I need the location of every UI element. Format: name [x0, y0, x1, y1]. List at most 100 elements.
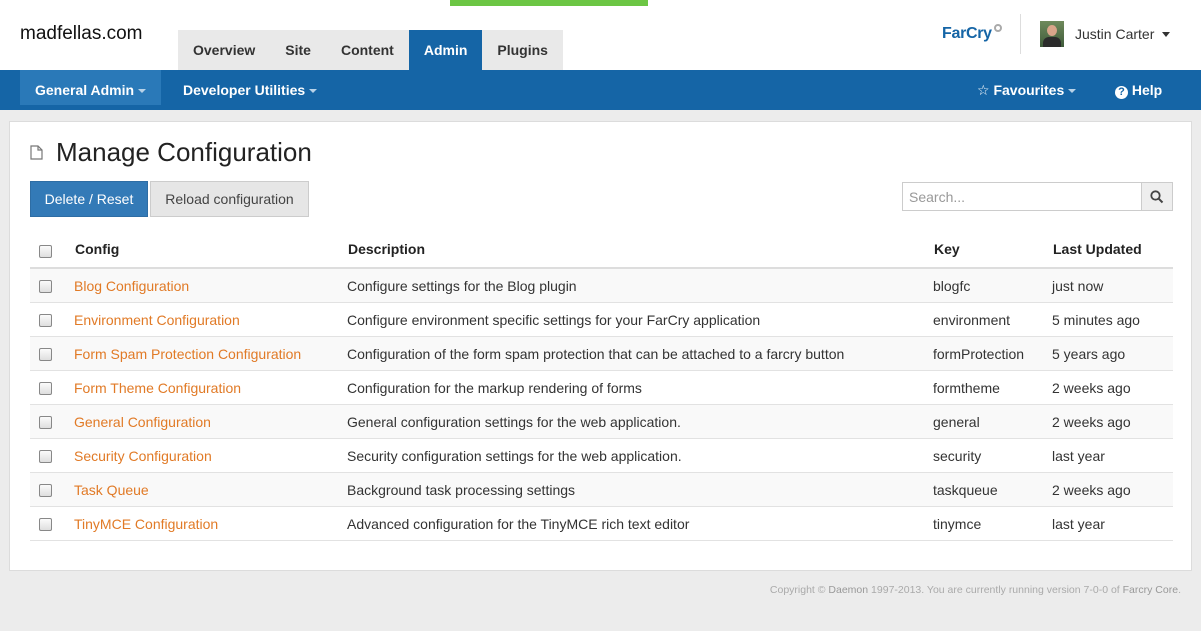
- table-row: Environment Configuration Configure envir…: [30, 303, 1173, 337]
- config-last-updated: 2 weeks ago: [1052, 482, 1131, 498]
- delete-reset-button[interactable]: Delete / Reset: [30, 181, 148, 217]
- config-key: security: [933, 448, 982, 464]
- config-key: general: [933, 414, 980, 430]
- table-row: TinyMCE Configuration Advanced configurat…: [30, 507, 1173, 541]
- config-last-updated: last year: [1052, 516, 1105, 532]
- config-description: Security configuration settings for the …: [347, 448, 682, 464]
- footer-prefix: Copyright ©: [769, 584, 826, 596]
- logo-ring-icon: [993, 24, 1002, 32]
- column-header-key[interactable]: Key: [934, 241, 960, 257]
- tab-content[interactable]: Content: [325, 30, 409, 70]
- table-row: Form Spam Protection Configuration Config…: [30, 337, 1173, 371]
- footer-suffix: .: [1178, 584, 1181, 596]
- config-description: Configuration of the form spam protectio…: [347, 346, 845, 362]
- avatar: [1040, 21, 1064, 47]
- nav-developer-utilities[interactable]: Developer Utilities: [168, 70, 332, 106]
- column-header-config[interactable]: Config: [75, 241, 119, 257]
- config-link[interactable]: Form Theme Configuration: [74, 380, 241, 396]
- page-title: Manage Configuration: [56, 137, 312, 167]
- reload-configuration-button[interactable]: Reload configuration: [150, 181, 309, 217]
- config-key: taskqueue: [933, 482, 998, 498]
- footer-product-link[interactable]: Farcry Core: [1123, 584, 1178, 596]
- footer-company-link[interactable]: Daemon: [828, 584, 868, 596]
- table-row: Blog Configuration Configure settings for…: [30, 269, 1173, 303]
- select-all-checkbox[interactable]: [39, 245, 52, 258]
- admin-navbar: General Admin Developer Utilities ☆ Favo…: [0, 70, 1201, 110]
- config-last-updated: just now: [1052, 278, 1104, 294]
- top-header: madfellas.com Overview Site Content Admi…: [0, 0, 1201, 70]
- config-key: environment: [933, 312, 1011, 328]
- row-checkbox[interactable]: [39, 518, 52, 531]
- config-key: formtheme: [933, 380, 1000, 396]
- search-icon: [1150, 189, 1164, 203]
- tab-overview[interactable]: Overview: [178, 30, 271, 70]
- config-link[interactable]: Blog Configuration: [74, 278, 189, 294]
- config-key: tinymce: [933, 516, 982, 532]
- table-row: Task Queue Background task processing set…: [30, 473, 1173, 507]
- config-table: Config Description Key Last Updated Blog…: [30, 232, 1173, 541]
- table-row: Form Theme Configuration Configuration fo…: [30, 371, 1173, 405]
- footer-middle: 1997-2013. You are currently running ver…: [871, 584, 1120, 596]
- nav-general-admin-label: General Admin: [35, 82, 135, 98]
- table-header: Config Description Key Last Updated: [30, 232, 1173, 269]
- tab-admin[interactable]: Admin: [408, 30, 483, 70]
- row-checkbox[interactable]: [39, 280, 52, 293]
- config-description: Configure environment specific settings …: [347, 312, 761, 328]
- config-link[interactable]: Security Configuration: [74, 448, 212, 464]
- row-checkbox[interactable]: [39, 416, 52, 429]
- column-header-description[interactable]: Description: [348, 241, 425, 257]
- document-icon: [30, 145, 43, 160]
- nav-favourites[interactable]: ☆ Favourites: [962, 70, 1091, 106]
- star-icon: ☆: [977, 82, 990, 98]
- table-row: General Configuration General configurati…: [30, 405, 1173, 439]
- config-last-updated: 2 weeks ago: [1052, 380, 1131, 396]
- row-checkbox[interactable]: [39, 348, 52, 361]
- column-header-last-updated[interactable]: Last Updated: [1053, 241, 1142, 257]
- search-button[interactable]: [1141, 182, 1173, 211]
- config-last-updated: last year: [1052, 448, 1105, 464]
- tab-site[interactable]: Site: [270, 30, 326, 70]
- config-description: Configure settings for the Blog plugin: [347, 278, 577, 294]
- row-checkbox[interactable]: [39, 314, 52, 327]
- config-key: formProtection: [933, 346, 1025, 362]
- table-body: Blog Configuration Configure settings for…: [30, 269, 1173, 541]
- config-description: General configuration settings for the w…: [347, 414, 681, 430]
- table-row: Security Configuration Security configura…: [30, 439, 1173, 473]
- farcry-logo: FarCry: [942, 24, 1002, 43]
- config-link[interactable]: TinyMCE Configuration: [74, 516, 218, 532]
- nav-help[interactable]: ? Help: [1100, 70, 1177, 106]
- nav-general-admin[interactable]: General Admin: [20, 70, 162, 105]
- search-input[interactable]: [902, 182, 1142, 211]
- user-name: Justin Carter: [1075, 26, 1155, 42]
- user-menu[interactable]: Justin Carter: [1040, 21, 1171, 47]
- loading-progress-bar: [450, 0, 648, 6]
- caret-down-icon: [1068, 89, 1077, 93]
- site-title[interactable]: madfellas.com: [20, 23, 143, 45]
- config-last-updated: 2 weeks ago: [1052, 414, 1131, 430]
- caret-down-icon: [309, 89, 318, 93]
- config-link[interactable]: Environment Configuration: [74, 312, 240, 328]
- row-checkbox[interactable]: [39, 450, 52, 463]
- nav-favourites-label: Favourites: [993, 82, 1065, 98]
- config-last-updated: 5 years ago: [1052, 346, 1126, 362]
- caret-down-icon: [1162, 31, 1171, 37]
- footer-copyright: Copyright © Daemon 1997-2013. You are cu…: [770, 584, 1181, 596]
- config-link[interactable]: General Configuration: [74, 414, 211, 430]
- main-tabs: Overview Site Content Admin Plugins: [178, 30, 563, 70]
- nav-help-label: Help: [1131, 82, 1163, 98]
- config-link[interactable]: Task Queue: [74, 482, 149, 498]
- row-checkbox[interactable]: [39, 484, 52, 497]
- config-description: Background task processing settings: [347, 482, 576, 498]
- config-description: Configuration for the markup rendering o…: [347, 380, 642, 396]
- config-last-updated: 5 minutes ago: [1052, 312, 1140, 328]
- tab-plugins[interactable]: Plugins: [482, 30, 563, 70]
- config-description: Advanced configuration for the TinyMCE r…: [347, 516, 690, 532]
- config-link[interactable]: Form Spam Protection Configuration: [74, 346, 301, 362]
- header-divider: [1020, 14, 1021, 54]
- config-key: blogfc: [933, 278, 971, 294]
- nav-developer-utilities-label: Developer Utilities: [183, 82, 306, 98]
- row-checkbox[interactable]: [39, 382, 52, 395]
- logo-text: FarCry: [942, 25, 992, 42]
- caret-down-icon: [138, 89, 147, 93]
- content-panel: Manage Configuration Delete / Reset Relo…: [9, 121, 1192, 571]
